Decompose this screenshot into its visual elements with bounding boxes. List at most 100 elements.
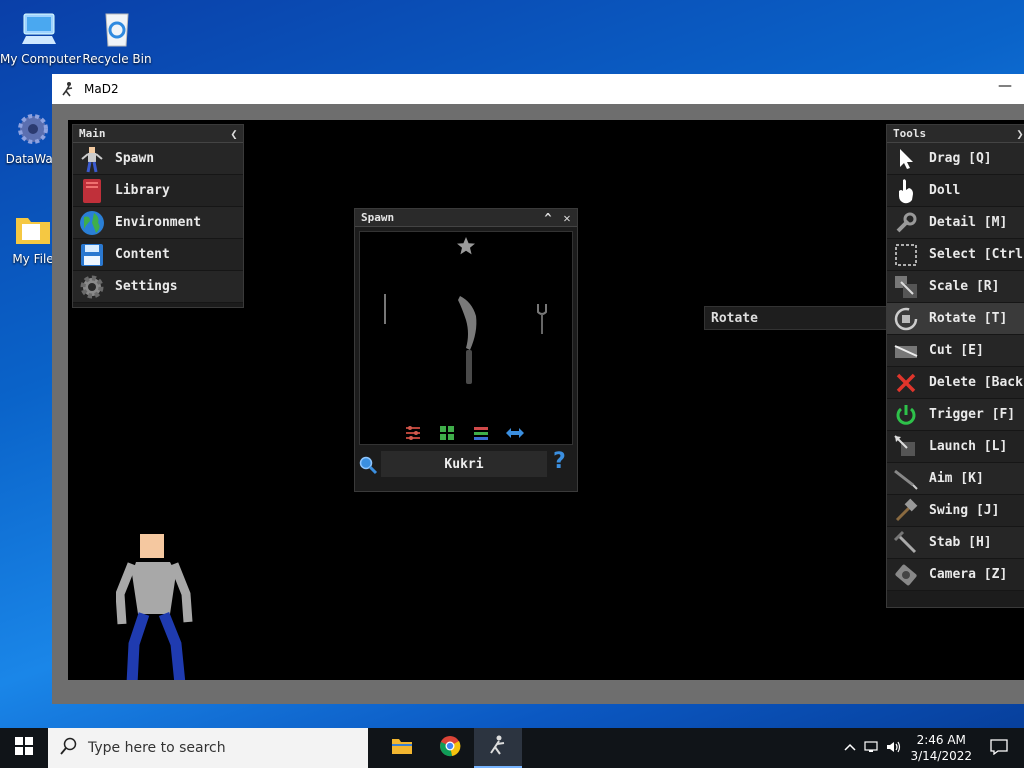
main-menu-library[interactable]: Library [73, 175, 243, 207]
chrome-icon [439, 735, 461, 761]
floppy-icon [77, 241, 107, 269]
taskbar: Type here to search 2:46 AM 3/14/2022 [0, 728, 1024, 768]
tool-select[interactable]: Select [Ctrl [887, 239, 1024, 271]
main-menu-label: Settings [115, 279, 178, 294]
collapse-button[interactable]: ❮ [225, 125, 243, 142]
filter-icon[interactable] [404, 424, 422, 446]
collapse-button[interactable]: ^ [539, 209, 557, 226]
person-icon [77, 145, 107, 173]
tool-camera[interactable]: Camera [Z] [887, 559, 1024, 591]
tool-stab[interactable]: Stab [H] [887, 527, 1024, 559]
favorite-star-icon[interactable] [456, 236, 476, 260]
search-icon[interactable] [358, 455, 378, 479]
tool-label: Doll [929, 183, 961, 198]
notifications-icon[interactable] [990, 738, 1008, 758]
chevron-up-icon[interactable] [844, 741, 856, 755]
tool-scale[interactable]: Scale [R] [887, 271, 1024, 303]
tool-rotate[interactable]: Rotate [T] [887, 303, 1024, 335]
tools-menu: Drag [Q] Doll Detail [M] Select [Ctrl Sc… [887, 143, 1024, 591]
main-panel-header[interactable]: Main ❮ [73, 125, 243, 143]
sword-icon [891, 529, 921, 557]
spawn-item-grid[interactable] [359, 231, 573, 445]
hand-icon [891, 177, 921, 205]
desktop-icon-recycle-bin[interactable]: Recycle Bin [78, 8, 156, 66]
desktop-icon-label: Recycle Bin [82, 52, 152, 66]
taskbar-clock[interactable]: 2:46 AM 3/14/2022 [910, 732, 972, 764]
main-menu-label: Spawn [115, 151, 155, 166]
list-view-icon[interactable] [472, 424, 490, 446]
grid-view-icon[interactable] [438, 424, 456, 446]
start-button[interactable] [0, 728, 48, 768]
gear-icon [77, 273, 107, 301]
spawn-item-fork[interactable] [536, 304, 548, 338]
main-panel: Main ❮ Spawn Library Environment Content… [72, 124, 244, 308]
tool-label: Scale [R] [929, 279, 1000, 294]
tool-cut[interactable]: Cut [E] [887, 335, 1024, 367]
tool-drag[interactable]: Drag [Q] [887, 143, 1024, 175]
tool-trigger[interactable]: Trigger [F] [887, 399, 1024, 431]
tool-label: Drag [Q] [929, 151, 992, 166]
ragdoll-character[interactable] [115, 534, 196, 680]
spawn-panel-header[interactable]: Spawn ^ ✕ [355, 209, 577, 227]
network-icon[interactable] [864, 740, 880, 757]
rotate-tooltip: Rotate [704, 306, 904, 330]
app-logo-icon [60, 81, 76, 97]
book-icon [77, 177, 107, 205]
main-menu-settings[interactable]: Settings [73, 271, 243, 303]
tools-panel-title: Tools [893, 127, 927, 140]
spawn-search-input[interactable]: Kukri [381, 451, 547, 477]
tool-label: Swing [J] [929, 503, 1000, 518]
minimize-button[interactable]: — [998, 78, 1012, 94]
desktop-icon-label: My Computer [0, 52, 81, 66]
spawn-panel: Spawn ^ ✕ Kukri ? [354, 208, 578, 492]
gear-icon [12, 108, 54, 150]
windows-logo-icon [15, 737, 33, 759]
globe-icon [77, 209, 107, 237]
main-menu-environment[interactable]: Environment [73, 207, 243, 239]
window-titlebar[interactable]: MaD2 — [52, 74, 1024, 104]
tool-aim[interactable]: Aim [K] [887, 463, 1024, 495]
spawn-item-stick[interactable] [382, 294, 388, 328]
expand-button[interactable]: ❯ [1011, 125, 1024, 142]
wrench-icon [891, 209, 921, 237]
tool-label: Detail [M] [929, 215, 1008, 230]
taskbar-file-explorer[interactable] [378, 728, 426, 768]
folder-icon [391, 736, 413, 760]
main-panel-title: Main [79, 127, 106, 140]
folder-icon [12, 208, 54, 250]
aim-icon [891, 465, 921, 493]
game-viewport[interactable]: Main ❮ Spawn Library Environment Content… [68, 120, 1024, 680]
taskbar-search[interactable]: Type here to search [48, 728, 368, 768]
main-menu-label: Content [115, 247, 170, 262]
camera-icon [891, 561, 921, 589]
close-button[interactable]: ✕ [558, 209, 576, 226]
clock-date: 3/14/2022 [910, 749, 972, 763]
rotate-icon [891, 305, 921, 333]
taskbar-chrome[interactable] [426, 728, 474, 768]
main-menu-label: Library [115, 183, 170, 198]
tool-label: Camera [Z] [929, 567, 1008, 582]
tool-detail[interactable]: Detail [M] [887, 207, 1024, 239]
tool-delete[interactable]: Delete [Back [887, 367, 1024, 399]
spawn-item-kukri[interactable] [454, 294, 480, 390]
app-window: MaD2 — Main ❮ Spawn Library Environment … [52, 74, 1024, 704]
tools-panel-header[interactable]: Tools ❯ [887, 125, 1024, 143]
main-menu-spawn[interactable]: Spawn [73, 143, 243, 175]
tool-label: Delete [Back [929, 375, 1023, 390]
recycle-bin-icon [96, 8, 138, 50]
power-icon [891, 401, 921, 429]
main-menu-label: Environment [115, 215, 202, 230]
volume-icon[interactable] [886, 740, 902, 757]
tools-panel: Tools ❯ Drag [Q] Doll Detail [M] Select … [886, 124, 1024, 608]
tool-label: Select [Ctrl [929, 247, 1023, 262]
cut-icon [891, 337, 921, 365]
taskbar-mad2[interactable] [474, 728, 522, 768]
tool-doll[interactable]: Doll [887, 175, 1024, 207]
tool-label: Rotate [T] [929, 311, 1008, 326]
help-icon[interactable]: ? [553, 449, 566, 474]
desktop-icon-my-computer[interactable]: My Computer [0, 8, 81, 66]
main-menu-content[interactable]: Content [73, 239, 243, 271]
tool-launch[interactable]: Launch [L] [887, 431, 1024, 463]
tool-swing[interactable]: Swing [J] [887, 495, 1024, 527]
swap-arrows-icon[interactable] [504, 424, 526, 446]
